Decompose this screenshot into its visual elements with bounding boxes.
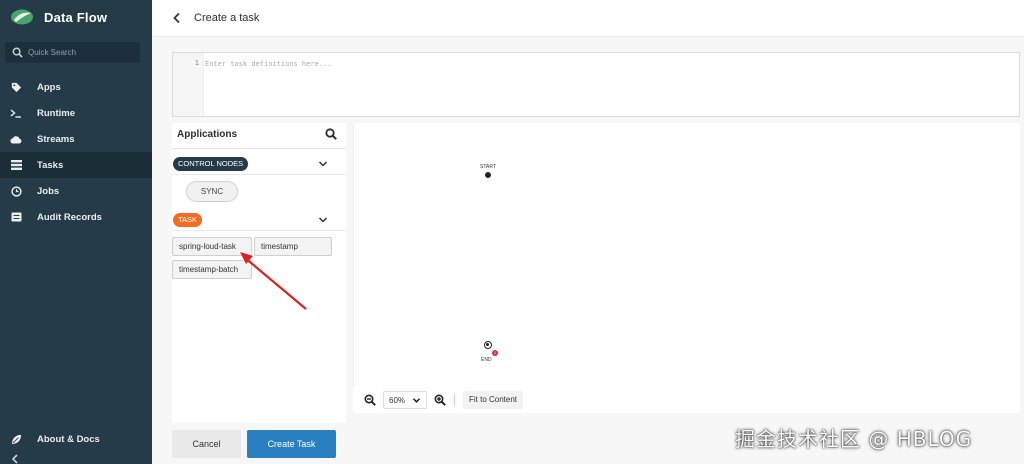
sidebar-item-label: Streams: [37, 133, 75, 145]
applications-palette: Applications CONTROL NODES SYNC TASK spr…: [172, 123, 346, 423]
sidebar-item-label: About & Docs: [37, 433, 100, 445]
task-definition-editor[interactable]: 1: [172, 52, 1020, 117]
palette-title: Applications: [177, 129, 238, 140]
toolbar-divider: [454, 394, 455, 406]
quick-search-input[interactable]: [28, 48, 128, 57]
sidebar-item-runtime[interactable]: Runtime: [0, 100, 152, 126]
start-node-label: START: [480, 164, 496, 170]
palette-item-spring-loud-task[interactable]: spring-loud-task: [172, 237, 252, 256]
end-node-label: END: [481, 357, 492, 363]
search-icon: [12, 47, 23, 58]
list-icon: [10, 159, 22, 171]
create-task-button[interactable]: Create Task: [247, 430, 336, 458]
end-node-core: [486, 343, 490, 347]
chevron-down-icon[interactable]: [318, 160, 328, 168]
record-icon: [10, 211, 22, 223]
spring-leaf-logo-icon: [11, 9, 33, 25]
tag-icon: [10, 81, 22, 93]
quick-search[interactable]: [5, 42, 140, 63]
error-badge[interactable]: 1: [492, 350, 498, 356]
sidebar-item-about-docs[interactable]: About & Docs: [0, 426, 152, 452]
task-graph-canvas[interactable]: START 1 END: [353, 123, 1020, 413]
sidebar: Data Flow Apps Runtime Streams: [0, 0, 152, 464]
sidebar-bottom: About & Docs: [0, 426, 152, 452]
sidebar-item-jobs[interactable]: Jobs: [0, 178, 152, 204]
page-header: Create a task: [152, 0, 1024, 37]
sidebar-item-label: Jobs: [37, 185, 60, 197]
terminal-icon: [10, 107, 22, 119]
collapse-sidebar-icon[interactable]: [10, 454, 20, 464]
cloud-icon: [10, 133, 22, 145]
zoom-in-icon[interactable]: [434, 394, 446, 406]
search-icon[interactable]: [325, 128, 337, 140]
task-definition-input[interactable]: [205, 56, 1005, 72]
sidebar-item-label: Runtime: [37, 107, 75, 119]
chevron-down-icon: [412, 397, 421, 403]
group-control-nodes[interactable]: CONTROL NODES: [172, 153, 346, 175]
sidebar-item-label: Audit Records: [37, 211, 102, 223]
fit-to-content-button[interactable]: Fit to Content: [463, 391, 524, 409]
palette-header: Applications: [172, 123, 346, 149]
cancel-button[interactable]: Cancel: [172, 430, 241, 458]
zoom-out-icon[interactable]: [364, 394, 376, 406]
line-number: 1: [194, 59, 199, 67]
group-badge-task: TASK: [173, 213, 203, 227]
sidebar-item-streams[interactable]: Streams: [0, 126, 152, 152]
zoom-toolbar: 60% Fit to Content: [353, 388, 653, 412]
page-title: Create a task: [194, 12, 260, 24]
clock-icon: [10, 185, 22, 197]
leaf-icon: [10, 433, 22, 445]
palette-item-timestamp[interactable]: timestamp: [254, 237, 332, 256]
brand-title: Data Flow: [44, 9, 108, 25]
zoom-level-value: 60%: [389, 395, 406, 405]
back-chevron-icon[interactable]: [172, 12, 182, 24]
sidebar-item-audit-records[interactable]: Audit Records: [0, 204, 152, 230]
group-badge-control-nodes: CONTROL NODES: [173, 157, 249, 171]
watermark: 掘金技术社区 @ HBLOG: [735, 427, 973, 451]
chevron-down-icon[interactable]: [318, 216, 328, 224]
end-node[interactable]: [484, 341, 492, 349]
palette-item-sync[interactable]: SYNC: [186, 181, 238, 202]
sidebar-nav: Apps Runtime Streams Tasks Jobs Audit Re…: [0, 74, 152, 230]
start-node[interactable]: [485, 172, 491, 178]
sidebar-item-label: Apps: [37, 81, 61, 93]
sidebar-item-tasks[interactable]: Tasks: [0, 152, 152, 178]
brand[interactable]: Data Flow: [10, 7, 107, 27]
palette-item-timestamp-batch[interactable]: timestamp-batch: [172, 260, 252, 279]
group-task[interactable]: TASK: [172, 209, 346, 231]
editor-gutter: 1: [173, 53, 204, 116]
sidebar-item-apps[interactable]: Apps: [0, 74, 152, 100]
sidebar-item-label: Tasks: [37, 159, 64, 171]
zoom-level-select[interactable]: 60%: [383, 391, 427, 409]
